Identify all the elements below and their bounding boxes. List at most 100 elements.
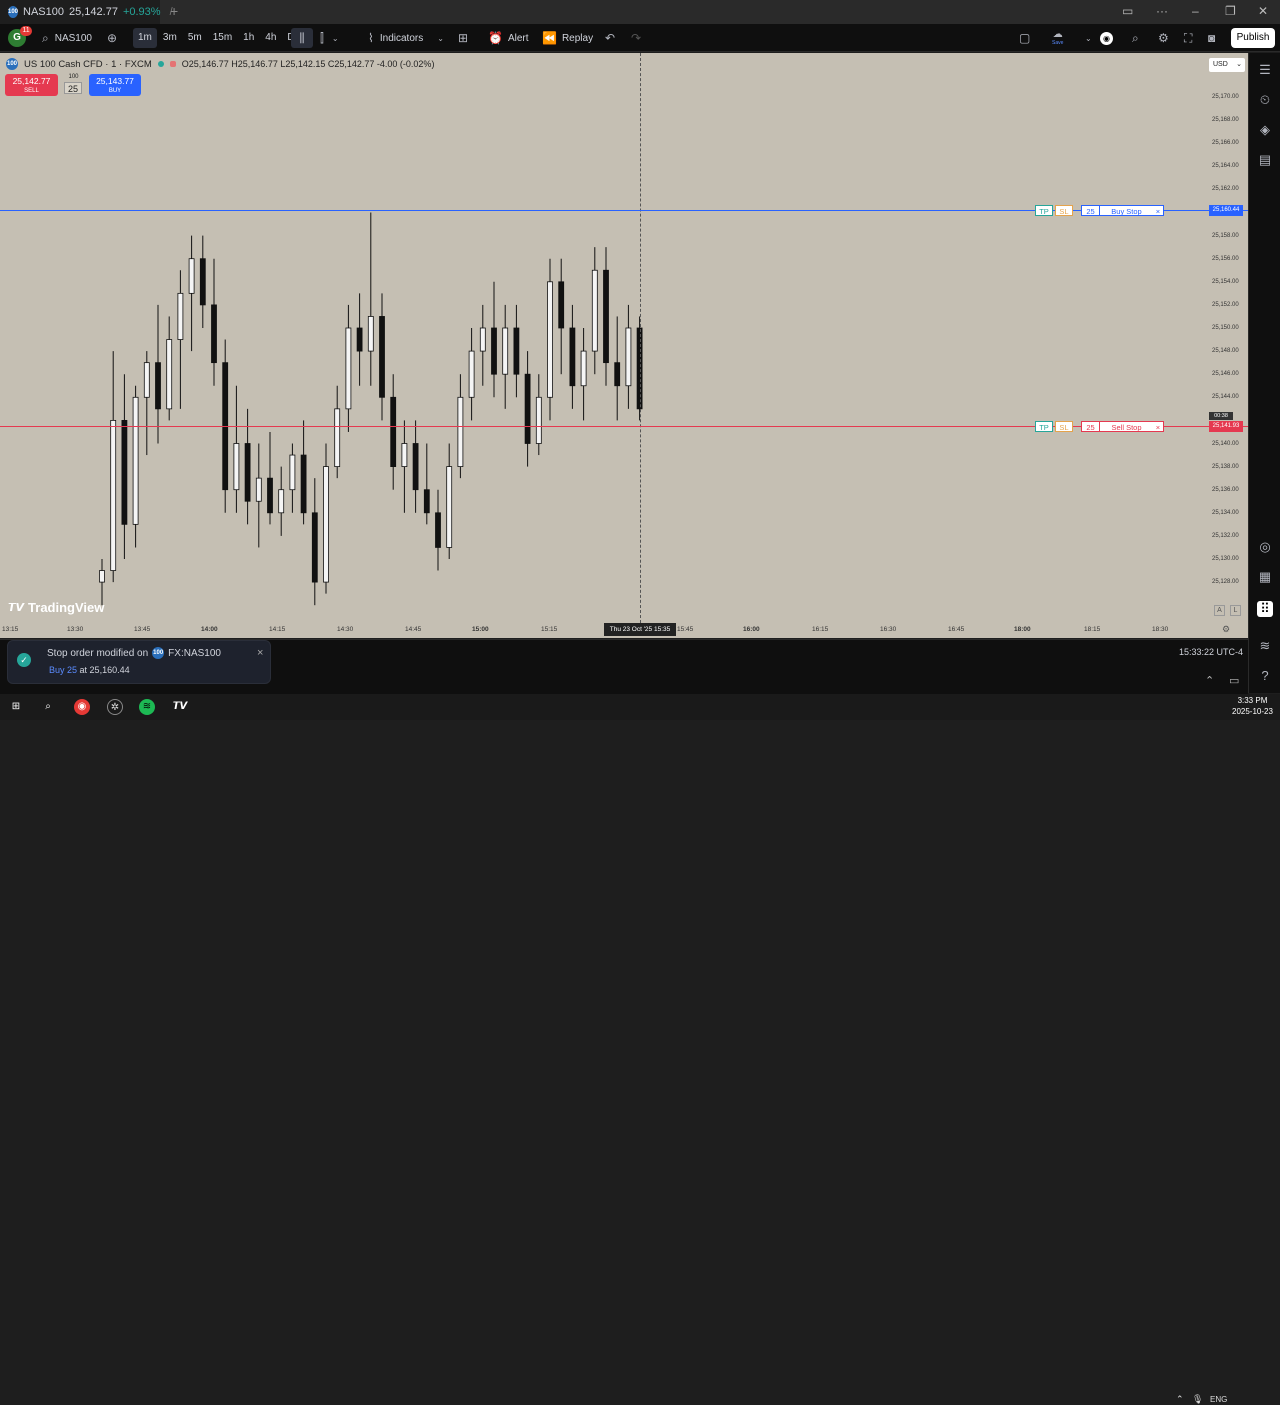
apps-grid-icon[interactable]: ⠿ (1257, 601, 1273, 617)
candle-body-up (591, 269, 598, 352)
save-button[interactable]: ☁ Save (1052, 24, 1063, 52)
buy-stop-tp[interactable]: TP (1035, 205, 1053, 216)
maximize-panel-icon[interactable]: ▭ (1229, 674, 1239, 687)
alert-label: Alert (507, 32, 529, 44)
time-axis-label: 18:30 (1152, 626, 1169, 633)
quantity-input[interactable]: 25 (64, 82, 82, 94)
system-clock[interactable]: 3:33 PM 2025-10-23 (1232, 695, 1273, 717)
buy-stop-cancel-icon[interactable]: × (1153, 206, 1163, 216)
interval-4h[interactable]: 4h (260, 28, 281, 48)
interval-1m[interactable]: 1m (133, 28, 157, 48)
time-axis-label: 15:45 (677, 626, 694, 633)
more-icon[interactable]: ··· (1156, 4, 1168, 18)
candle (379, 293, 385, 421)
microphone-icon[interactable]: 🎙 (1192, 1394, 1203, 1405)
candle (401, 420, 408, 513)
expand-panel-icon[interactable]: ⌃ (1205, 674, 1214, 687)
buy-stop-sl[interactable]: SL (1055, 205, 1073, 216)
toast-side-qty: Buy 25 (49, 665, 78, 675)
target-icon[interactable]: ◎ (1257, 539, 1273, 555)
candle (177, 270, 184, 409)
interval-3m[interactable]: 3m (158, 28, 182, 48)
candle (390, 374, 397, 490)
price-axis-label: 25,146.00 (1212, 371, 1239, 378)
restore-icon[interactable]: ❐ (1225, 4, 1236, 18)
signal-icon[interactable]: ≋ (1257, 638, 1273, 654)
chat-icon[interactable]: ▤ (1257, 152, 1273, 168)
language-indicator[interactable]: ENG (1210, 1395, 1227, 1404)
new-tab-button[interactable]: + (170, 3, 178, 19)
toast-close-icon[interactable]: × (257, 647, 263, 659)
candle (289, 443, 296, 513)
quick-search-icon[interactable]: ⌕ (1132, 24, 1139, 52)
replay-button[interactable]: ⏪ Replay (542, 24, 593, 52)
interval-15m[interactable]: 15m (208, 28, 237, 48)
fullscreen-icon[interactable]: ⛶ (1184, 24, 1192, 52)
minimize-icon[interactable]: – (1192, 4, 1199, 18)
monitor-icon[interactable]: ▭ (1122, 4, 1133, 18)
buy-button[interactable]: 25,143.77 BUY (89, 74, 141, 96)
redo-icon[interactable]: ↷ (631, 24, 641, 52)
settings-gear-icon[interactable]: ⚙ (1158, 24, 1169, 52)
sell-stop-cancel-icon[interactable]: × (1153, 422, 1163, 432)
nas100-logo-icon: 100 (152, 647, 165, 659)
interval-5m[interactable]: 5m (183, 28, 207, 48)
sell-stop-tp[interactable]: TP (1035, 421, 1053, 432)
sell-price: 25,142.77 (12, 76, 51, 86)
legend-title[interactable]: US 100 Cash CFD · 1 · FXCM (24, 59, 152, 70)
sell-button[interactable]: 25,142.77 SELL (5, 74, 58, 96)
compare-symbol-icon[interactable]: ⊕ (107, 24, 117, 52)
auto-scale-button[interactable]: A (1214, 605, 1225, 616)
window-close-icon[interactable]: ✕ (1258, 4, 1268, 18)
calendar-icon[interactable]: ▦ (1257, 569, 1273, 585)
symbol-search[interactable]: ⌕ NAS100 (42, 24, 92, 52)
log-scale-button[interactable]: L (1230, 605, 1241, 616)
taskbar-search-icon[interactable]: ⌕ (40, 699, 56, 715)
candle (278, 466, 285, 536)
screenshot-icon[interactable]: ◙ (1208, 24, 1215, 52)
time-axis-label: 16:00 (743, 626, 760, 633)
chart-tab[interactable]: 100 NAS100 25,142.77 +0.93% / (0, 0, 173, 24)
tab-price: 25,142.77 (69, 6, 118, 18)
axis-settings-icon[interactable]: ⚙ (1222, 624, 1230, 635)
tradingview-app-icon[interactable]: 𝙏𝙑 (172, 699, 188, 715)
candle (311, 478, 318, 606)
windows-start-icon[interactable]: ⊞ (8, 699, 24, 715)
interval-group: 1m 3m 5m 15m 1h 4h D ⌄ (133, 24, 307, 52)
alert-button[interactable]: ⏰ Alert (488, 24, 529, 52)
layers-icon[interactable]: ◈ (1257, 122, 1273, 138)
time-axis-label: 18:00 (1014, 626, 1031, 633)
tray-chevron-icon[interactable]: ⌃ (1176, 1394, 1184, 1405)
save-dropdown-icon[interactable]: ⌄ (1085, 24, 1092, 52)
candles-chart-type-button[interactable]: ⫼ (291, 28, 313, 48)
candle-body-down (491, 327, 497, 375)
currency-label: USD (1213, 61, 1228, 68)
candle (155, 304, 161, 444)
price-axis-label: 25,166.00 (1212, 140, 1239, 147)
templates-icon[interactable]: ⊞ (458, 24, 468, 52)
price-axis-label: 25,144.00 (1212, 394, 1239, 401)
chart-canvas[interactable] (0, 53, 1248, 638)
currency-select[interactable]: USD ⌄ (1209, 58, 1245, 72)
sell-stop-sl[interactable]: SL (1055, 421, 1073, 432)
candle (569, 304, 576, 409)
chart-type-dropdown[interactable]: ⫿ ⌄ (320, 24, 339, 52)
alerts-clock-icon[interactable]: ⏲ (1257, 92, 1273, 108)
undo-icon[interactable]: ↶ (605, 24, 615, 52)
status-clock[interactable]: 15:33:22 UTC-4 (1179, 647, 1243, 657)
chrome-icon[interactable]: ◉ (74, 699, 90, 715)
candle-body-down (524, 373, 531, 444)
indicators-button[interactable]: ⌇ Indicators ⌄ (368, 24, 444, 52)
help-icon[interactable]: ? (1257, 668, 1273, 684)
spotify-icon[interactable]: ≋ (139, 699, 155, 715)
interval-1h[interactable]: 1h (238, 28, 259, 48)
candle-body-up (132, 396, 139, 525)
app-settings-icon[interactable]: ✲ (107, 699, 123, 715)
buy-stop-order-tag[interactable]: 25 Buy Stop × (1081, 205, 1164, 216)
publish-button[interactable]: Publish (1231, 28, 1275, 48)
candle-body-up (535, 396, 542, 444)
layout-icon[interactable]: ▢ (1019, 24, 1030, 52)
camera-snapshot-icon[interactable]: ◉ (1100, 24, 1113, 52)
sell-stop-order-tag[interactable]: 25 Sell Stop × (1081, 421, 1164, 432)
watchlist-icon[interactable]: ☰ (1257, 62, 1273, 78)
